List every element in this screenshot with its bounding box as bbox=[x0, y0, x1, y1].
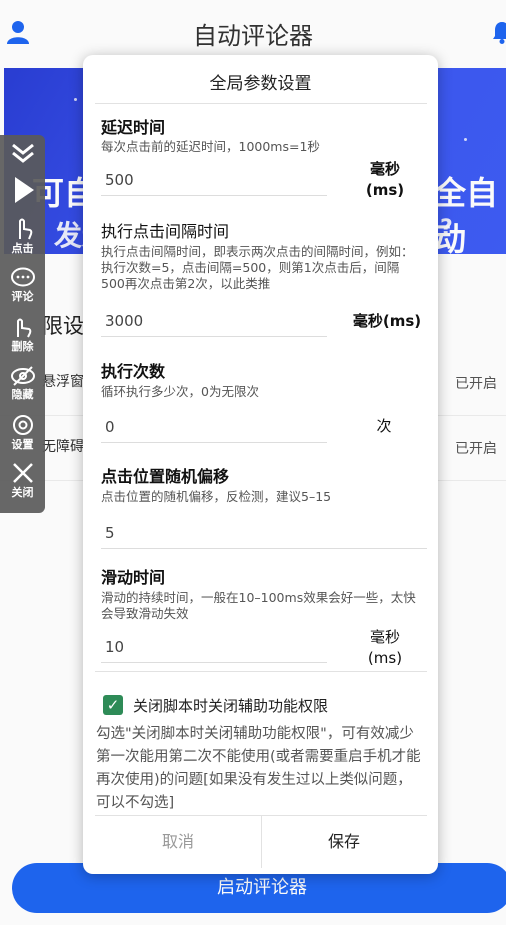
cancel-button[interactable]: 取消 bbox=[95, 816, 262, 868]
toolbar-settings[interactable]: 设置 bbox=[0, 413, 45, 451]
global-settings-dialog: 全局参数设置 延迟时间 每次点击前的延迟时间，1000ms=1秒 毫秒 (ms)… bbox=[83, 55, 438, 874]
field-unit: 次 bbox=[376, 417, 392, 435]
interval-input[interactable] bbox=[101, 306, 327, 337]
field-description: 点击位置的随机偏移，反检测，建议5–15 bbox=[101, 489, 332, 504]
toolbar-click[interactable]: 点击 bbox=[0, 217, 45, 255]
hand-swipe-icon bbox=[16, 318, 31, 338]
field-description: 执行点击间隔时间，即表示两次点击的间隔时间，例如：执行次数=5，点击间隔=500… bbox=[101, 244, 414, 291]
swipe-time-input[interactable] bbox=[101, 632, 327, 663]
toolbar-hide[interactable]: 隐藏 bbox=[0, 365, 45, 401]
field-description: 循环执行多少次，0为无限次 bbox=[101, 384, 259, 399]
floating-toolbar: 点击 评论 删除 隐藏 设置 关闭 bbox=[0, 135, 45, 513]
field-description: 滑动的持续时间，一般在10–100ms效果会好一些，太快会导致滑动失效 bbox=[101, 590, 416, 621]
gear-icon bbox=[12, 415, 33, 435]
dialog-title: 全局参数设置 bbox=[209, 74, 312, 94]
count-input[interactable] bbox=[101, 412, 327, 443]
save-button[interactable]: 保存 bbox=[261, 816, 427, 868]
toolbar-delete[interactable]: 删除 bbox=[0, 315, 45, 353]
offset-input[interactable] bbox=[101, 518, 427, 549]
field-title: 滑动时间 bbox=[101, 568, 166, 587]
field-description: 每次点击前的延迟时间，1000ms=1秒 bbox=[101, 139, 320, 154]
field-unit: 毫秒(ms) bbox=[352, 312, 422, 330]
divider bbox=[95, 103, 427, 104]
play-icon bbox=[14, 177, 34, 203]
eye-off-icon bbox=[10, 366, 35, 386]
toolbar-collapse[interactable] bbox=[0, 140, 45, 167]
toolbar-close[interactable]: 关闭 bbox=[0, 461, 45, 499]
toolbar-play[interactable] bbox=[0, 175, 45, 206]
field-title: 执行点击间隔时间 bbox=[101, 222, 230, 241]
field-title: 执行次数 bbox=[101, 362, 166, 381]
chat-bubble-icon bbox=[10, 267, 35, 287]
field-unit: 毫秒 (ms) bbox=[367, 628, 403, 667]
close-icon bbox=[12, 463, 33, 483]
dialog-actions: 取消 保存 bbox=[95, 815, 427, 868]
checkbox-label[interactable]: 关闭脚本时关闭辅助功能权限 bbox=[133, 695, 328, 716]
delay-input[interactable] bbox=[101, 165, 327, 196]
divider bbox=[95, 671, 427, 672]
toolbar-comment[interactable]: 评论 bbox=[0, 267, 45, 303]
field-unit: 毫秒 (ms) bbox=[365, 160, 405, 199]
close-accessibility-checkbox[interactable]: ✓ bbox=[103, 695, 123, 715]
checkbox-note: 勾选"关闭脚本时关闭辅助功能权限"，可有效减少第一次能用第二次不能使用(或者需要… bbox=[96, 726, 421, 811]
hand-pointer-icon bbox=[18, 218, 32, 240]
double-chevron-down-icon bbox=[11, 143, 34, 163]
field-title: 点击位置随机偏移 bbox=[101, 467, 230, 486]
field-title: 延迟时间 bbox=[101, 118, 166, 137]
